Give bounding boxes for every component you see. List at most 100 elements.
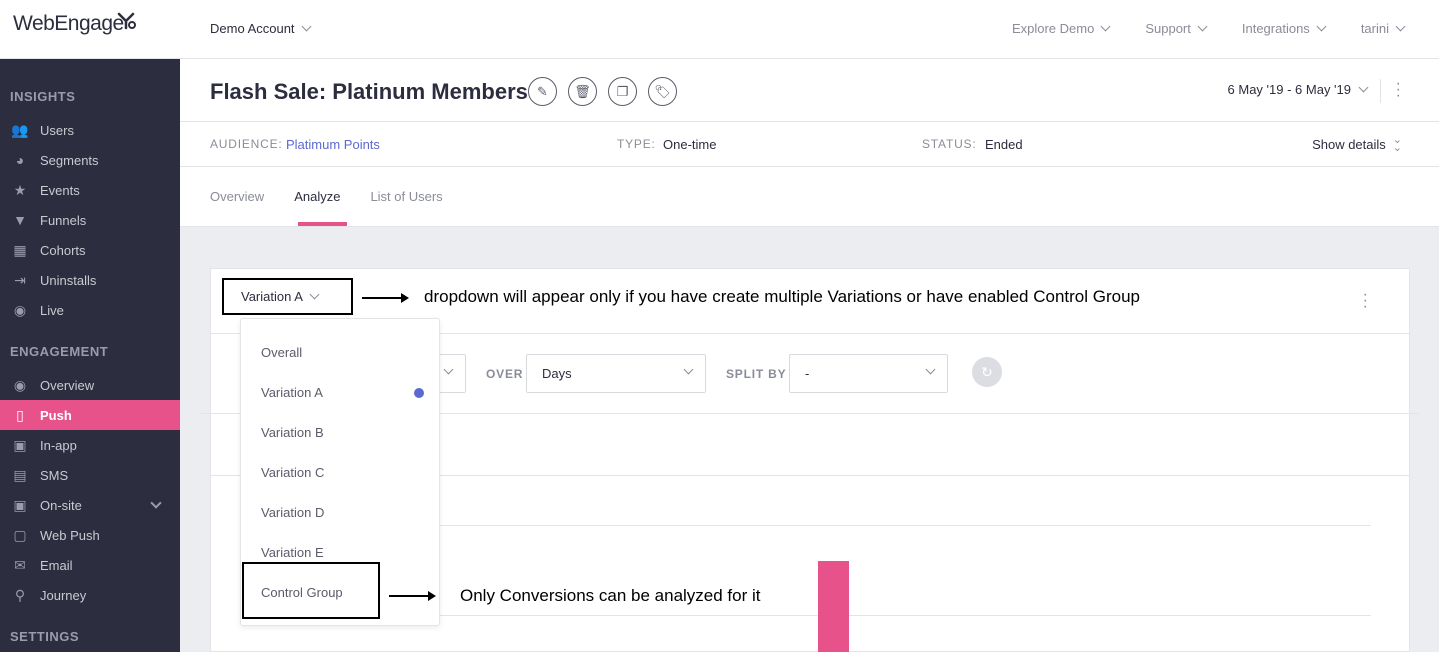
selected-indicator bbox=[414, 388, 424, 398]
tag-button[interactable]: 🏷 bbox=[648, 77, 677, 106]
date-range-picker[interactable]: 6 May '19 - 6 May '19 bbox=[1227, 82, 1369, 97]
chat-icon: ▤ bbox=[13, 466, 27, 483]
tag-icon: 🏷 bbox=[654, 83, 671, 99]
status-label: STATUS: bbox=[922, 137, 977, 151]
variation-selected: Variation A bbox=[241, 289, 303, 304]
divider bbox=[1380, 79, 1381, 103]
status-value: Ended bbox=[985, 137, 1023, 152]
sidebar-item-users[interactable]: 👥 Users bbox=[0, 115, 180, 145]
type-value: One-time bbox=[663, 137, 717, 152]
annotation-arrow bbox=[362, 293, 409, 303]
page-title: Flash Sale: Platinum Members bbox=[210, 79, 528, 104]
option-variation-e[interactable]: Variation E bbox=[261, 545, 324, 560]
funnel-icon: ▼ bbox=[13, 212, 27, 228]
more-options-icon[interactable]: · · · bbox=[1363, 287, 1368, 315]
rocket-icon: ⚲ bbox=[14, 586, 26, 603]
logo-text: WebEngage bbox=[13, 12, 124, 35]
chevron-down-icon bbox=[1395, 21, 1406, 32]
delete-button[interactable]: 🗑 bbox=[568, 77, 597, 106]
copy-icon: ❐ bbox=[616, 83, 629, 99]
duplicate-button[interactable]: ❐ bbox=[608, 77, 637, 106]
option-variation-a[interactable]: Variation A bbox=[261, 385, 323, 400]
active-tab-indicator bbox=[298, 222, 347, 226]
chevron-down-icon bbox=[301, 21, 311, 32]
sidebar-item-segments[interactable]: ◕ Segments bbox=[0, 145, 180, 175]
sidebar: INSIGHTS 👥 Users ◕ Segments ★ Events ▼ Funne… bbox=[0, 59, 180, 652]
more-options-icon[interactable]: · · · bbox=[1396, 76, 1401, 104]
sidebar-item-in-app[interactable]: ▣ In-app bbox=[0, 430, 180, 460]
mobile-icon: ▯ bbox=[16, 406, 24, 423]
annotation-dropdown-note: dropdown will appear only if you have cr… bbox=[424, 287, 1140, 306]
chart-bar[interactable] bbox=[818, 561, 849, 652]
tab-analyze[interactable]: Analyze bbox=[294, 189, 340, 204]
chevron-down-icon bbox=[925, 364, 936, 375]
chevron-down-icon[interactable] bbox=[150, 497, 162, 509]
logo-bird-icon bbox=[117, 12, 136, 30]
user-menu[interactable]: tarini bbox=[1361, 21, 1406, 36]
in-app-icon: ▣ bbox=[13, 436, 27, 453]
sidebar-item-cohorts[interactable]: ▦ Cohorts bbox=[0, 235, 180, 265]
date-range-value: 6 May '19 - 6 May '19 bbox=[1227, 82, 1351, 97]
over-select[interactable]: Days bbox=[526, 354, 706, 393]
envelope-icon: ✉ bbox=[14, 556, 26, 573]
over-label: OVER bbox=[486, 367, 524, 381]
integrations-menu[interactable]: Integrations bbox=[1242, 21, 1327, 36]
refresh-button[interactable]: ↻ bbox=[972, 357, 1002, 387]
sidebar-item-funnels[interactable]: ▼ Funnels bbox=[0, 205, 180, 235]
option-variation-b[interactable]: Variation B bbox=[261, 425, 324, 440]
option-overall[interactable]: Overall bbox=[261, 345, 302, 360]
option-variation-d[interactable]: Variation D bbox=[261, 505, 324, 520]
chevron-down-icon bbox=[1316, 21, 1327, 32]
support-menu[interactable]: Support bbox=[1145, 21, 1208, 36]
section-settings: SETTINGS bbox=[10, 629, 80, 644]
sidebar-item-sms[interactable]: ▤ SMS bbox=[0, 460, 180, 490]
option-variation-c[interactable]: Variation C bbox=[261, 465, 324, 480]
explore-demo-menu[interactable]: Explore Demo bbox=[1012, 21, 1111, 36]
chevron-down-icon bbox=[309, 289, 320, 300]
edit-button[interactable]: ✎ bbox=[528, 77, 557, 106]
top-bar: WebEngage Demo Account Explore Demo Supp… bbox=[0, 0, 1439, 59]
show-details-button[interactable]: Show details ⌄ ⌄ bbox=[1312, 135, 1402, 154]
split-by-label: SPLIT BY bbox=[726, 367, 787, 381]
webengage-logo[interactable]: WebEngage bbox=[13, 12, 136, 36]
chevron-down-icon bbox=[1197, 21, 1208, 32]
sidebar-item-live[interactable]: ◉ Live bbox=[0, 295, 180, 325]
annotation-control-note: Only Conversions can be analyzed for it bbox=[460, 586, 761, 605]
sidebar-item-overview[interactable]: ◉ Overview bbox=[0, 370, 180, 400]
top-nav: Explore Demo Support Integrations tarini bbox=[1012, 21, 1406, 36]
tab-bar: Overview Analyze List of Users bbox=[210, 189, 443, 204]
tab-list-of-users[interactable]: List of Users bbox=[370, 189, 442, 204]
chart-gridline bbox=[311, 525, 1371, 526]
chevron-down-icon bbox=[443, 364, 454, 375]
sidebar-item-uninstalls[interactable]: ⇥ Uninstalls bbox=[0, 265, 180, 295]
control-group-highlight bbox=[242, 562, 380, 619]
sidebar-item-events[interactable]: ★ Events bbox=[0, 175, 180, 205]
web-push-icon: ▢ bbox=[13, 526, 27, 543]
chevron-down-icon bbox=[683, 364, 694, 375]
campaign-meta: AUDIENCE: Platimum Points TYPE: One-time… bbox=[180, 121, 1439, 167]
sidebar-item-on-site[interactable]: ▣ On-site bbox=[0, 490, 180, 520]
refresh-icon: ↻ bbox=[981, 363, 993, 380]
sidebar-item-push[interactable]: ▯ Push bbox=[0, 400, 180, 430]
trash-icon: 🗑 bbox=[574, 83, 591, 99]
sidebar-item-email[interactable]: ✉ Email bbox=[0, 550, 180, 580]
users-icon: 👥 bbox=[11, 121, 29, 138]
audience-link[interactable]: Platimum Points bbox=[286, 137, 380, 152]
type-label: TYPE: bbox=[617, 137, 656, 151]
split-by-select[interactable]: - bbox=[789, 354, 948, 393]
browser-icon: ▣ bbox=[13, 496, 27, 513]
section-engagement: ENGAGEMENT bbox=[10, 344, 109, 359]
broadcast-icon: ◉ bbox=[13, 301, 27, 318]
sidebar-item-web-push[interactable]: ▢ Web Push bbox=[0, 520, 180, 550]
pencil-icon: ✎ bbox=[537, 83, 548, 99]
uninstall-icon: ⇥ bbox=[14, 271, 26, 288]
campaign-header: Flash Sale: Platinum Members ✎ 🗑 ❐ 🏷 6 M… bbox=[180, 59, 1439, 227]
pie-chart-icon: ◕ bbox=[15, 152, 25, 168]
chevron-down-icon bbox=[1358, 82, 1369, 93]
account-switcher[interactable]: Demo Account bbox=[210, 21, 311, 36]
eye-icon: ◉ bbox=[13, 376, 27, 393]
tab-overview[interactable]: Overview bbox=[210, 189, 264, 204]
variation-selector[interactable]: Variation A bbox=[222, 278, 353, 315]
sidebar-item-journey[interactable]: ⚲ Journey bbox=[0, 580, 180, 610]
star-icon: ★ bbox=[13, 181, 27, 198]
